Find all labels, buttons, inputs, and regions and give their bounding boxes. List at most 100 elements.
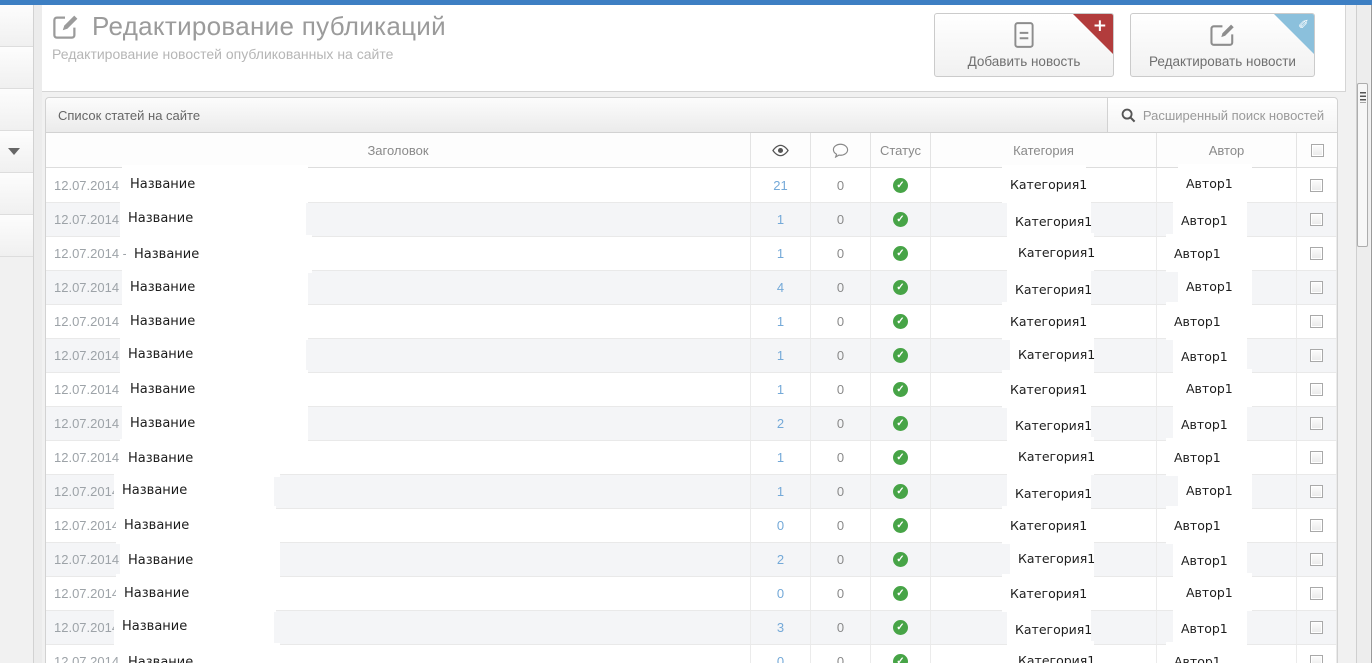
comments-count: 0 — [836, 212, 845, 227]
checkbox-cell — [1297, 271, 1337, 304]
row-title: Название — [124, 517, 190, 533]
row-checkbox[interactable] — [1310, 587, 1323, 600]
panel-title: Список статей на сайте — [58, 108, 201, 123]
row-title: Название — [128, 346, 194, 362]
checkbox-cell — [1297, 373, 1337, 406]
status-published-icon: ✓ — [893, 382, 908, 397]
scrollbar-thumb[interactable] — [1357, 83, 1368, 247]
title-overlay: Название — [120, 643, 280, 663]
table-row: 12.07.2014 - 21 0 ✓ Название Категория1 … — [46, 164, 1337, 203]
row-checkbox[interactable] — [1310, 349, 1323, 362]
row-date: 12.07.2014 — [54, 620, 120, 635]
sidebar-item-3[interactable] — [0, 89, 33, 131]
row-checkbox[interactable] — [1310, 213, 1323, 226]
views-link[interactable]: 1 — [777, 450, 784, 465]
sidebar-item-6[interactable] — [0, 215, 33, 257]
add-news-label: Добавить новость — [967, 54, 1081, 69]
col-views-header[interactable] — [751, 133, 811, 167]
sidebar-item-4[interactable] — [0, 131, 33, 173]
row-category: Категория1 — [1018, 652, 1096, 663]
col-status-header[interactable]: Статус — [871, 133, 931, 167]
views-link[interactable]: 0 — [777, 518, 784, 533]
col-category-header[interactable]: Категория — [931, 133, 1157, 167]
row-checkbox[interactable] — [1310, 417, 1323, 430]
row-checkbox[interactable] — [1310, 281, 1323, 294]
row-checkbox[interactable] — [1310, 519, 1323, 532]
views-link[interactable]: 1 — [777, 246, 784, 261]
add-news-button[interactable]: + Добавить новость — [934, 13, 1114, 77]
col-comments-header[interactable] — [811, 133, 871, 167]
comments-count: 0 — [836, 348, 845, 363]
sidebar-item-2[interactable] — [0, 47, 33, 89]
panel-header: Список статей на сайте Расширенный поиск… — [46, 98, 1337, 133]
views-cell: 1 — [751, 475, 811, 508]
views-cell: 2 — [751, 407, 811, 440]
row-checkbox[interactable] — [1310, 247, 1323, 260]
sidebar-item-1[interactable] — [0, 5, 33, 47]
row-checkbox[interactable] — [1310, 553, 1323, 566]
col-title-header[interactable]: Заголовок — [46, 133, 751, 167]
edit-news-button[interactable]: ✐ Редактировать новости — [1130, 13, 1315, 77]
scrollbar-track[interactable] — [1356, 5, 1370, 663]
comments-cell: 0 — [811, 543, 871, 576]
row-title: Название — [130, 415, 196, 431]
title-overlay: Название — [120, 335, 306, 373]
views-cell: 2 — [751, 543, 811, 576]
comments-count: 0 — [836, 382, 845, 397]
table-row: 12.07.2014 - 1 0 ✓ Название Категория1 А… — [46, 302, 1337, 340]
views-link[interactable]: 2 — [777, 416, 784, 431]
title-overlay: Название — [116, 506, 276, 544]
status-published-icon: ✓ — [893, 348, 908, 363]
row-date: 12.07.2014 — [54, 518, 120, 533]
views-link[interactable]: 1 — [777, 314, 784, 329]
checkbox-cell — [1297, 543, 1337, 576]
views-link[interactable]: 1 — [777, 484, 784, 499]
title-overlay: Название — [114, 471, 274, 509]
views-link[interactable]: 3 — [777, 620, 784, 635]
status-published-icon: ✓ — [893, 450, 908, 465]
col-author-header[interactable]: Автор — [1157, 133, 1297, 167]
row-author: Автор1 — [1186, 482, 1233, 498]
comments-count: 0 — [836, 246, 845, 261]
views-link[interactable]: 0 — [777, 586, 784, 601]
row-date: 12.07.2014 — [54, 552, 120, 567]
sidebar — [0, 5, 34, 663]
row-title: Название — [124, 585, 190, 601]
select-all-checkbox[interactable] — [1310, 143, 1324, 157]
row-checkbox[interactable] — [1310, 315, 1323, 328]
status-cell: ✓ — [871, 407, 931, 440]
row-checkbox[interactable] — [1310, 621, 1323, 634]
views-cell: 4 — [751, 271, 811, 304]
comments-count: 0 — [836, 450, 845, 465]
views-link[interactable]: 1 — [777, 348, 784, 363]
row-checkbox[interactable] — [1310, 655, 1323, 663]
row-checkbox[interactable] — [1310, 178, 1323, 192]
category-overlay: Категория1 — [1002, 574, 1087, 612]
row-title: Название — [128, 654, 194, 663]
plus-icon: + — [1092, 16, 1107, 36]
row-category: Категория1 — [1018, 448, 1096, 464]
views-link[interactable]: 2 — [777, 552, 784, 567]
row-checkbox[interactable] — [1310, 485, 1323, 498]
views-link[interactable]: 0 — [777, 654, 784, 663]
comments-cell: 0 — [811, 407, 871, 440]
views-link[interactable]: 1 — [777, 382, 784, 397]
eye-icon — [771, 144, 790, 157]
sidebar-item-5[interactable] — [0, 173, 33, 215]
row-date: 12.07.2014 — [54, 450, 120, 465]
views-link[interactable]: 4 — [777, 280, 784, 295]
row-checkbox[interactable] — [1310, 383, 1323, 396]
row-category: Категория1 — [1015, 485, 1093, 501]
comments-cell: 0 — [811, 203, 871, 236]
row-author: Автор1 — [1181, 348, 1228, 364]
row-author: Автор1 — [1181, 212, 1228, 228]
row-date: 12.07.2014 — [54, 484, 120, 499]
views-cell: 1 — [751, 441, 811, 474]
comments-cell: 0 — [811, 271, 871, 304]
views-link[interactable]: 1 — [777, 212, 784, 227]
views-link[interactable]: 21 — [773, 178, 787, 193]
comments-count: 0 — [836, 518, 845, 533]
row-checkbox[interactable] — [1310, 451, 1323, 464]
views-cell: 1 — [751, 203, 811, 236]
advanced-search-button[interactable]: Расширенный поиск новостей — [1107, 98, 1337, 132]
